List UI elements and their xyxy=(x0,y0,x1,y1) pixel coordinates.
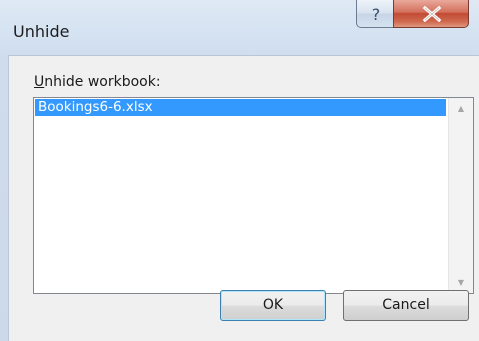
label-text: nhide workbook: xyxy=(44,74,161,90)
close-x-icon xyxy=(422,5,442,23)
unhide-dialog: Unhide ? Unhide workbook: Bookings6-6.xl… xyxy=(0,0,479,341)
dialog-body: Unhide workbook: Bookings6-6.xlsx ▲ ▼ OK… xyxy=(8,55,479,341)
workbook-listbox[interactable]: Bookings6-6.xlsx ▲ ▼ xyxy=(33,97,474,294)
help-button[interactable]: ? xyxy=(356,0,394,28)
unhide-workbook-label: Unhide workbook: xyxy=(34,74,161,90)
vertical-scrollbar[interactable]: ▲ ▼ xyxy=(448,98,473,293)
label-accelerator: U xyxy=(34,74,45,90)
svg-text:?: ? xyxy=(372,5,381,24)
dialog-title: Unhide xyxy=(13,22,70,41)
ok-button[interactable]: OK xyxy=(220,290,326,321)
cancel-button[interactable]: Cancel xyxy=(343,290,469,321)
close-button[interactable] xyxy=(393,0,469,28)
help-question-icon: ? xyxy=(372,5,381,24)
list-item[interactable]: Bookings6-6.xlsx xyxy=(35,99,446,116)
scroll-up-arrow-icon[interactable]: ▲ xyxy=(449,100,473,117)
scroll-down-arrow-icon[interactable]: ▼ xyxy=(449,274,473,291)
